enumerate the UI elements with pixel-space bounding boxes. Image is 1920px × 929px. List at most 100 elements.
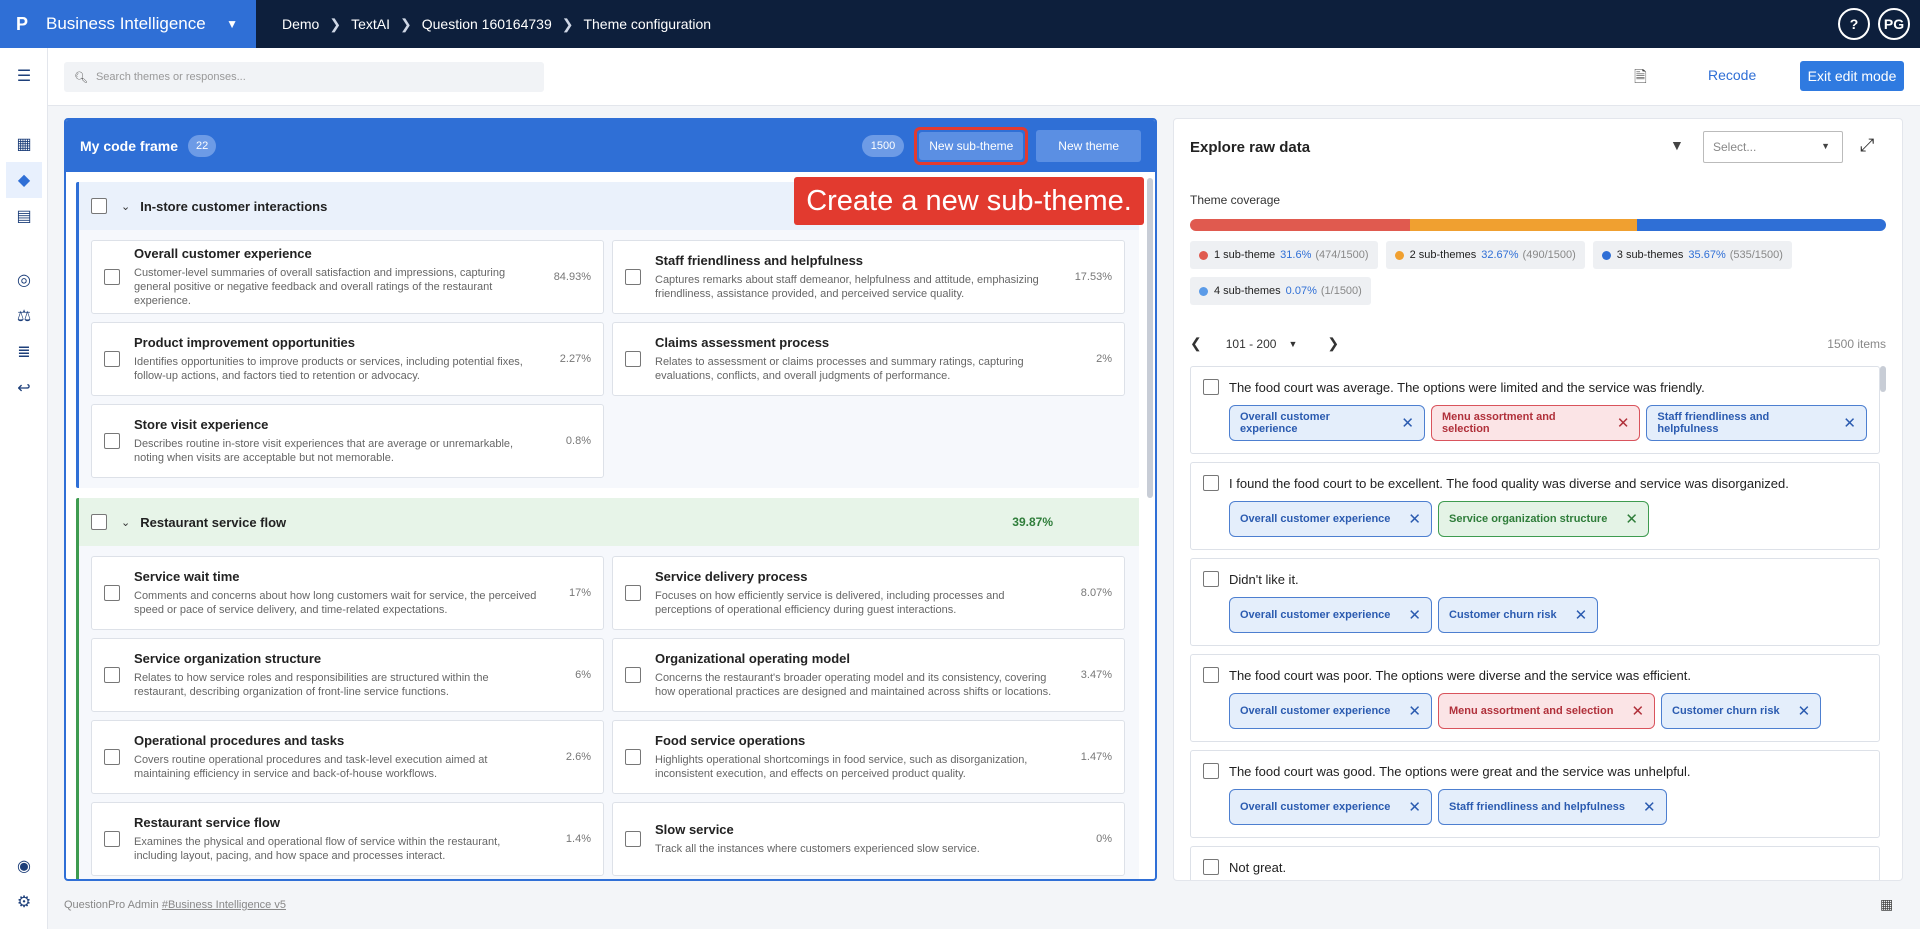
app-switcher[interactable]: P Business Intelligence ▼ bbox=[0, 0, 256, 48]
menu-icon[interactable]: ☰ bbox=[12, 64, 36, 88]
subtheme-card[interactable]: Store visit experience Describes routine… bbox=[91, 404, 604, 478]
avatar[interactable]: PG bbox=[1878, 8, 1910, 40]
subtheme-checkbox[interactable] bbox=[625, 269, 641, 285]
response-card[interactable]: I found the food court to be excellent. … bbox=[1190, 462, 1880, 550]
subtheme-card[interactable]: Overall customer experience Customer-lev… bbox=[91, 240, 604, 314]
subtheme-checkbox[interactable] bbox=[104, 585, 120, 601]
subtheme-card[interactable]: Organizational operating model Concerns … bbox=[612, 638, 1125, 712]
response-checkbox[interactable] bbox=[1203, 571, 1219, 587]
response-card[interactable]: The food court was average. The options … bbox=[1190, 366, 1880, 454]
theme-tag[interactable]: Overall customer experience ✕ bbox=[1229, 597, 1432, 633]
chevron-down-icon[interactable]: ▼ bbox=[1288, 339, 1297, 349]
subtheme-card[interactable]: Operational procedures and tasks Covers … bbox=[91, 720, 604, 794]
close-icon[interactable]: ✕ bbox=[1401, 414, 1414, 432]
subtheme-checkbox[interactable] bbox=[104, 351, 120, 367]
theme-tag[interactable]: Staff friendliness and helpfulness ✕ bbox=[1438, 789, 1667, 825]
theme-tag[interactable]: Menu assortment and selection ✕ bbox=[1438, 693, 1656, 729]
expand-icon[interactable]: ⤢ bbox=[1860, 135, 1874, 156]
subtheme-card[interactable]: Product improvement opportunities Identi… bbox=[91, 322, 604, 396]
close-icon[interactable]: ✕ bbox=[1643, 798, 1656, 816]
response-checkbox[interactable] bbox=[1203, 667, 1219, 683]
close-icon[interactable]: ✕ bbox=[1843, 414, 1856, 432]
subtheme-card[interactable]: Slow service Track all the instances whe… bbox=[612, 802, 1125, 876]
response-checkbox[interactable] bbox=[1203, 379, 1219, 395]
document-icon[interactable]: 🗎 bbox=[1634, 66, 1647, 93]
subtheme-card[interactable]: Restaurant service flow Examines the phy… bbox=[91, 802, 604, 876]
subtheme-checkbox[interactable] bbox=[625, 831, 641, 847]
subtheme-card[interactable]: Staff friendliness and helpfulness Captu… bbox=[612, 240, 1125, 314]
theme-tag[interactable]: Customer churn risk ✕ bbox=[1661, 693, 1822, 729]
page-range[interactable]: 101 - 200 bbox=[1226, 337, 1277, 351]
subtheme-checkbox[interactable] bbox=[625, 585, 641, 601]
close-icon[interactable]: ✕ bbox=[1617, 414, 1630, 432]
theme-tag[interactable]: Overall customer experience ✕ bbox=[1229, 789, 1432, 825]
help-button[interactable]: ? bbox=[1838, 8, 1870, 40]
response-card[interactable]: Didn't like it. Overall customer experien… bbox=[1190, 558, 1880, 646]
balance-icon[interactable]: ⚖ bbox=[12, 304, 36, 328]
response-card[interactable]: The food court was poor. The options wer… bbox=[1190, 654, 1880, 742]
chevron-left-icon[interactable]: ❮ bbox=[1190, 335, 1202, 352]
close-icon[interactable]: ✕ bbox=[1408, 702, 1421, 720]
chevron-down-icon[interactable]: ⌄ bbox=[121, 516, 130, 529]
close-icon[interactable]: ✕ bbox=[1408, 798, 1421, 816]
theme-group-header[interactable]: ⌄ Restaurant service flow 39.87% bbox=[79, 498, 1139, 546]
subtheme-checkbox[interactable] bbox=[625, 749, 641, 765]
list-icon[interactable]: ≣ bbox=[12, 340, 36, 364]
response-card[interactable]: The food court was good. The options wer… bbox=[1190, 750, 1880, 838]
subtheme-checkbox[interactable] bbox=[625, 351, 641, 367]
new-theme-button[interactable]: New theme bbox=[1036, 130, 1141, 162]
footer-link[interactable]: #Business Intelligence v5 bbox=[162, 899, 286, 911]
analytics-icon[interactable]: ◎ bbox=[12, 268, 36, 292]
subtheme-checkbox[interactable] bbox=[104, 749, 120, 765]
subtheme-card[interactable]: Service delivery process Focuses on how … bbox=[612, 556, 1125, 630]
theme-tag[interactable]: Overall customer experience ✕ bbox=[1229, 501, 1432, 537]
subtheme-card[interactable]: Service organization structure Relates t… bbox=[91, 638, 604, 712]
subtheme-card[interactable]: Claims assessment process Relates to ass… bbox=[612, 322, 1125, 396]
subtheme-card[interactable]: Food service operations Highlights opera… bbox=[612, 720, 1125, 794]
chevron-down-icon[interactable]: ⌄ bbox=[121, 200, 130, 213]
theme-tag[interactable]: Overall customer experience ✕ bbox=[1229, 693, 1432, 729]
report-icon[interactable]: ▤ bbox=[12, 204, 36, 228]
close-icon[interactable]: ✕ bbox=[1798, 702, 1811, 720]
close-icon[interactable]: ✕ bbox=[1575, 606, 1588, 624]
close-icon[interactable]: ✕ bbox=[1408, 510, 1421, 528]
theme-tag[interactable]: Service organization structure ✕ bbox=[1438, 501, 1649, 537]
search-input[interactable]: 🔍︎ Search themes or responses... bbox=[64, 62, 544, 92]
breadcrumb-item-demo[interactable]: Demo bbox=[282, 16, 319, 32]
group-checkbox[interactable] bbox=[91, 198, 107, 214]
scrollbar[interactable] bbox=[1147, 178, 1153, 498]
recode-button[interactable]: Recode bbox=[1708, 67, 1756, 83]
subtheme-card[interactable]: Service wait time Comments and concerns … bbox=[91, 556, 604, 630]
theme-select[interactable]: Select... ▼ bbox=[1703, 131, 1843, 163]
dashboard-icon[interactable]: ▦ bbox=[12, 132, 36, 156]
breadcrumb-item-textai[interactable]: TextAI bbox=[351, 16, 390, 32]
close-icon[interactable]: ✕ bbox=[1631, 702, 1644, 720]
response-checkbox[interactable] bbox=[1203, 763, 1219, 779]
theme-tag[interactable]: Menu assortment and selection ✕ bbox=[1430, 405, 1641, 441]
keyboard-icon[interactable]: ▦ bbox=[1880, 896, 1893, 913]
subtheme-checkbox[interactable] bbox=[104, 667, 120, 683]
response-card[interactable]: Not great. bbox=[1190, 846, 1880, 880]
chevron-right-icon[interactable]: ❯ bbox=[1327, 335, 1339, 352]
scrollbar[interactable] bbox=[1880, 366, 1886, 392]
response-checkbox[interactable] bbox=[1203, 859, 1219, 875]
subtheme-checkbox[interactable] bbox=[104, 831, 120, 847]
textai-icon[interactable]: ◆ bbox=[6, 162, 42, 198]
undo-icon[interactable]: ↩ bbox=[12, 376, 36, 400]
theme-tag[interactable]: Overall customer experience ✕ bbox=[1229, 405, 1425, 441]
response-checkbox[interactable] bbox=[1203, 475, 1219, 491]
breadcrumb-item-question[interactable]: Question 160164739 bbox=[422, 16, 552, 32]
theme-tag[interactable]: Staff friendliness and helpfulness ✕ bbox=[1646, 405, 1867, 441]
new-subtheme-button[interactable]: New sub-theme bbox=[919, 132, 1024, 160]
account-icon[interactable]: ◉ bbox=[12, 854, 36, 878]
subtheme-checkbox[interactable] bbox=[104, 269, 120, 285]
subtheme-checkbox[interactable] bbox=[104, 433, 120, 449]
exit-edit-mode-button[interactable]: Exit edit mode bbox=[1800, 61, 1904, 91]
subtheme-checkbox[interactable] bbox=[625, 667, 641, 683]
filter-icon[interactable]: ▼ bbox=[1670, 137, 1684, 153]
theme-tag[interactable]: Customer churn risk ✕ bbox=[1438, 597, 1599, 633]
close-icon[interactable]: ✕ bbox=[1625, 510, 1638, 528]
close-icon[interactable]: ✕ bbox=[1408, 606, 1421, 624]
gear-icon[interactable]: ⚙ bbox=[12, 890, 36, 914]
group-checkbox[interactable] bbox=[91, 514, 107, 530]
